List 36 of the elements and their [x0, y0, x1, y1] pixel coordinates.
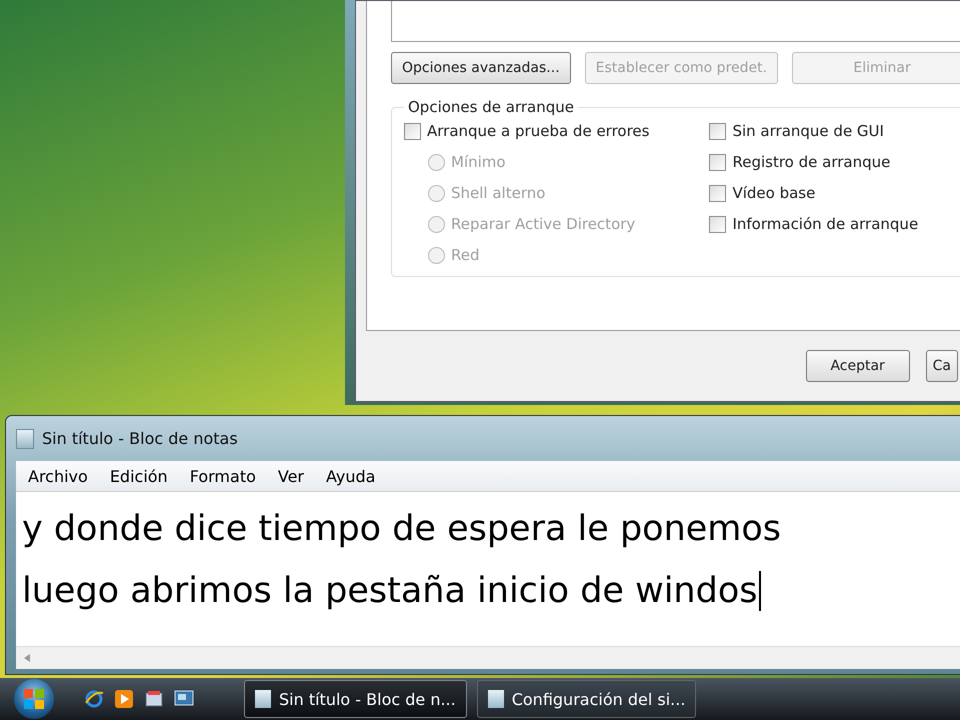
option-label: Mínimo — [451, 153, 506, 171]
text-cursor — [759, 571, 762, 611]
option-label: Vídeo base — [732, 184, 816, 202]
menu-item[interactable]: Formato — [190, 466, 256, 486]
text-line: y donde dice tiempo de espera le ponemos — [22, 508, 782, 551]
button[interactable]: Opciones avanzadas... — [391, 52, 571, 84]
option-label: Sin arranque de GUI — [732, 122, 884, 140]
taskbar-button[interactable]: Sin título - Bloc de n... — [244, 680, 467, 718]
option-label: Arranque a prueba de errores — [427, 122, 650, 140]
menu-item[interactable]: Ayuda — [326, 466, 376, 486]
browser-icon[interactable] — [84, 689, 104, 709]
scroll-left-icon[interactable] — [24, 654, 30, 662]
option-label: Shell alterno — [451, 184, 546, 202]
group-title: Opciones de arranque — [407, 98, 575, 116]
checkbox[interactable] — [709, 122, 726, 140]
horizontal-scrollbar[interactable] — [16, 646, 960, 669]
text-line: luego abrimos la pestaña inicio de windos — [22, 570, 758, 613]
media-player-icon[interactable] — [114, 689, 134, 709]
option-label: Reparar Active Directory — [451, 215, 636, 233]
menu-item[interactable]: Archivo — [28, 466, 88, 486]
option-label: Información de arranque — [732, 215, 918, 233]
option-label: Red — [451, 246, 480, 264]
taskbar-button[interactable]: Configuración del si... — [476, 680, 696, 718]
menu-item[interactable]: Ver — [278, 466, 304, 486]
window-title: Sin título - Bloc de notas — [42, 429, 238, 448]
button[interactable]: Ca — [926, 350, 958, 382]
start-button[interactable] — [14, 679, 54, 719]
checkbox[interactable] — [404, 122, 421, 140]
checkbox[interactable] — [709, 184, 726, 202]
list-box[interactable] — [391, 1, 960, 42]
menu-item[interactable]: Edición — [110, 466, 168, 486]
ok-button[interactable]: Aceptar — [806, 350, 910, 382]
checkbox[interactable] — [709, 216, 726, 232]
checkbox[interactable] — [709, 154, 726, 170]
windows-logo-icon — [23, 688, 45, 710]
option-label: Registro de arranque — [732, 153, 890, 171]
